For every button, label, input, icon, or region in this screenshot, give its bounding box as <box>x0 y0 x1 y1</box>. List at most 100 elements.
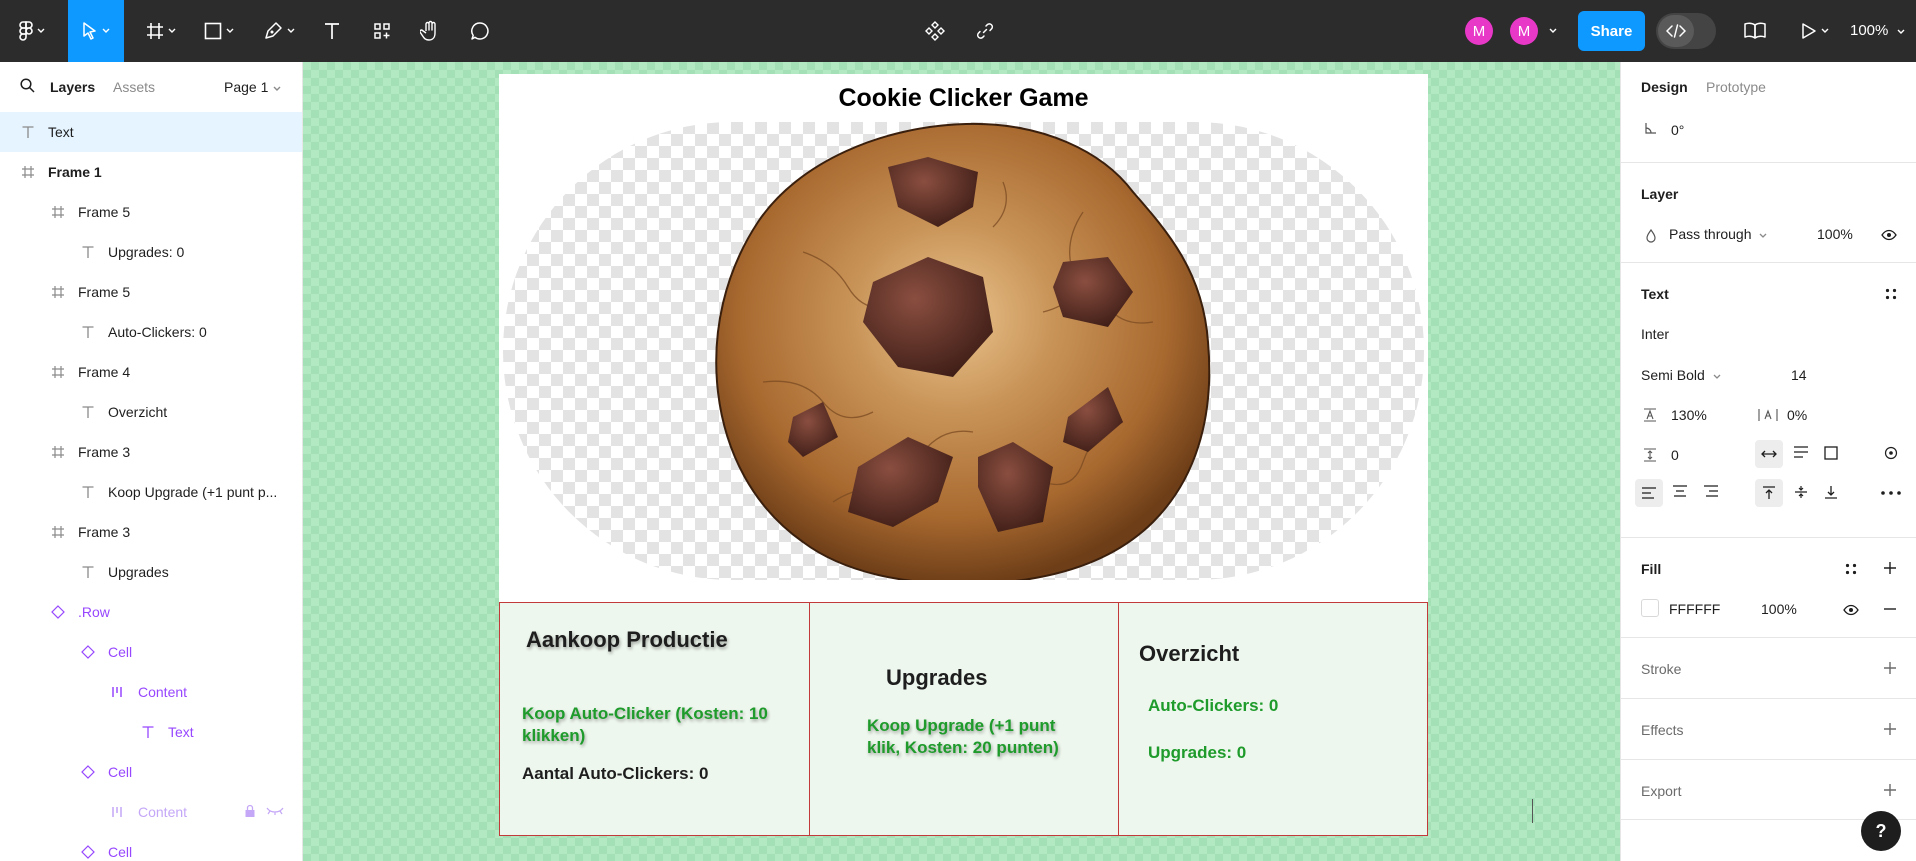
layer-row[interactable]: Frame 3 <box>0 432 302 472</box>
font-size-input[interactable]: 14 <box>1791 367 1807 383</box>
align-center-icon[interactable] <box>1672 485 1688 497</box>
cell-heading[interactable]: Upgrades <box>886 665 987 691</box>
align-right-icon[interactable] <box>1703 485 1719 497</box>
layer-row[interactable]: Cell <box>0 752 302 792</box>
game-title[interactable]: Cookie Clicker Game <box>499 84 1428 113</box>
link-button[interactable] <box>968 8 1002 54</box>
layer-row[interactable]: Text <box>0 712 302 752</box>
toolbar: M M Share 100% <box>0 0 1916 62</box>
tab-prototype[interactable]: Prototype <box>1706 79 1766 95</box>
add-fill-icon[interactable] <box>1883 561 1897 575</box>
avatar[interactable]: M <box>1465 17 1493 45</box>
fill-opacity-input[interactable]: 100% <box>1761 601 1797 617</box>
component-icon <box>80 644 96 660</box>
layer-row[interactable]: Cell <box>0 632 302 672</box>
align-middle-icon[interactable] <box>1794 485 1808 499</box>
page-selector[interactable]: Page 1 <box>224 79 281 95</box>
eye-icon[interactable] <box>1843 604 1859 616</box>
layer-row[interactable]: Upgrades: 0 <box>0 232 302 272</box>
zoom-menu[interactable]: 100% <box>1850 22 1905 39</box>
comment-tool-button[interactable] <box>464 8 496 54</box>
multiplayer-menu-button[interactable] <box>1544 8 1562 54</box>
lock-icon[interactable] <box>244 804 256 821</box>
cell-overzicht[interactable]: Overzicht Auto-Clickers: 0 Upgrades: 0 <box>1118 602 1428 836</box>
layer-row[interactable]: Upgrades <box>0 552 302 592</box>
text-tool-button[interactable] <box>316 8 348 54</box>
font-weight-value: Semi Bold <box>1641 367 1705 383</box>
auto-clickers-stat[interactable]: Auto-Clickers: 0 <box>1148 695 1278 717</box>
cell-aankoop-productie[interactable]: Aankoop Productie Koop Auto-Clicker (Kos… <box>499 602 810 836</box>
tab-layers[interactable]: Layers <box>50 79 95 95</box>
auto-width-icon[interactable] <box>1755 440 1783 468</box>
remove-fill-icon[interactable] <box>1883 608 1897 610</box>
fill-styles-icon[interactable] <box>1845 563 1857 575</box>
more-options-icon[interactable] <box>1881 491 1901 495</box>
layer-row[interactable]: Frame 1 <box>0 152 302 192</box>
buy-auto-clicker-text[interactable]: Koop Auto-Clicker (Kosten: 10 klikken) <box>522 703 792 747</box>
cell-upgrades[interactable]: Upgrades Koop Upgrade (+1 punt klik, Kos… <box>809 602 1119 836</box>
tab-design[interactable]: Design <box>1641 79 1688 95</box>
auto-height-icon[interactable] <box>1793 446 1809 458</box>
add-effect-icon[interactable] <box>1883 722 1897 736</box>
align-bottom-icon[interactable] <box>1824 485 1838 499</box>
main-menu-button[interactable] <box>10 8 54 54</box>
move-tool-button[interactable] <box>68 0 124 62</box>
cell-heading[interactable]: Aankoop Productie <box>526 627 728 653</box>
add-export-icon[interactable] <box>1883 783 1897 797</box>
eye-closed-icon[interactable] <box>266 804 284 821</box>
rotation-value[interactable]: 0° <box>1671 122 1684 138</box>
text-styles-icon[interactable] <box>1885 288 1897 300</box>
fill-hex-input[interactable]: FFFFFF <box>1669 601 1720 617</box>
align-top-icon[interactable] <box>1755 479 1783 507</box>
help-button[interactable]: ? <box>1861 811 1901 851</box>
chevron-down-icon <box>226 28 234 34</box>
line-height-input[interactable]: 130% <box>1671 407 1707 423</box>
align-left-icon[interactable] <box>1635 479 1663 507</box>
buy-upgrade-text[interactable]: Koop Upgrade (+1 punt klik, Kosten: 20 p… <box>867 715 1087 759</box>
letter-spacing-input[interactable]: 0% <box>1787 407 1807 423</box>
components-grid-icon <box>373 22 391 40</box>
layer-row[interactable]: Content <box>0 792 302 832</box>
layer-row[interactable]: Frame 3 <box>0 512 302 552</box>
avatar-current-user[interactable]: M <box>1510 17 1538 45</box>
upgrades-stat[interactable]: Upgrades: 0 <box>1148 742 1246 764</box>
present-button[interactable] <box>1794 8 1836 54</box>
resources-tool-button[interactable] <box>366 8 398 54</box>
layer-row[interactable]: Frame 5 <box>0 192 302 232</box>
layer-row[interactable]: Frame 5 <box>0 272 302 312</box>
hand-tool-button[interactable] <box>414 8 446 54</box>
blend-mode-select[interactable]: Pass through <box>1669 226 1767 242</box>
paragraph-spacing-input[interactable]: 0 <box>1671 447 1679 463</box>
fixed-size-icon[interactable] <box>1824 446 1838 460</box>
font-weight-select[interactable]: Semi Bold <box>1641 367 1721 383</box>
library-button[interactable] <box>1738 8 1772 54</box>
layer-row[interactable]: Frame 4 <box>0 352 302 392</box>
layer-row[interactable]: Overzicht <box>0 392 302 432</box>
font-family-select[interactable]: Inter <box>1641 326 1669 342</box>
component-button[interactable] <box>918 8 952 54</box>
search-icon[interactable] <box>20 78 35 98</box>
pen-tool-button[interactable] <box>254 8 304 54</box>
tab-assets[interactable]: Assets <box>113 79 155 95</box>
export-title: Export <box>1641 783 1682 799</box>
shape-tool-button[interactable] <box>196 8 242 54</box>
text-settings-icon[interactable] <box>1884 446 1898 460</box>
add-stroke-icon[interactable] <box>1883 661 1897 675</box>
cookie-image[interactable] <box>503 122 1424 580</box>
auto-clicker-count-text[interactable]: Aantal Auto-Clickers: 0 <box>522 764 708 784</box>
layer-row[interactable]: Text <box>0 112 302 152</box>
dev-mode-toggle[interactable] <box>1656 13 1716 49</box>
cell-heading[interactable]: Overzicht <box>1139 641 1239 667</box>
frame-tool-button[interactable] <box>138 8 184 54</box>
share-button[interactable]: Share <box>1578 11 1645 51</box>
layer-row[interactable]: Auto-Clickers: 0 <box>0 312 302 352</box>
layer-row[interactable]: Cell <box>0 832 302 861</box>
layer-row[interactable]: Content <box>0 672 302 712</box>
layer-row[interactable]: Koop Upgrade (+1 punt p... <box>0 472 302 512</box>
layer-opacity[interactable]: 100% <box>1817 226 1853 242</box>
eye-icon[interactable] <box>1881 229 1897 241</box>
frame-1[interactable]: Cookie Clicker Game Aankoop Productie Ko… <box>499 74 1428 836</box>
canvas[interactable]: Cookie Clicker Game Aankoop Productie Ko… <box>303 62 1620 861</box>
fill-color-swatch[interactable] <box>1641 599 1659 617</box>
layer-row[interactable]: .Row <box>0 592 302 632</box>
